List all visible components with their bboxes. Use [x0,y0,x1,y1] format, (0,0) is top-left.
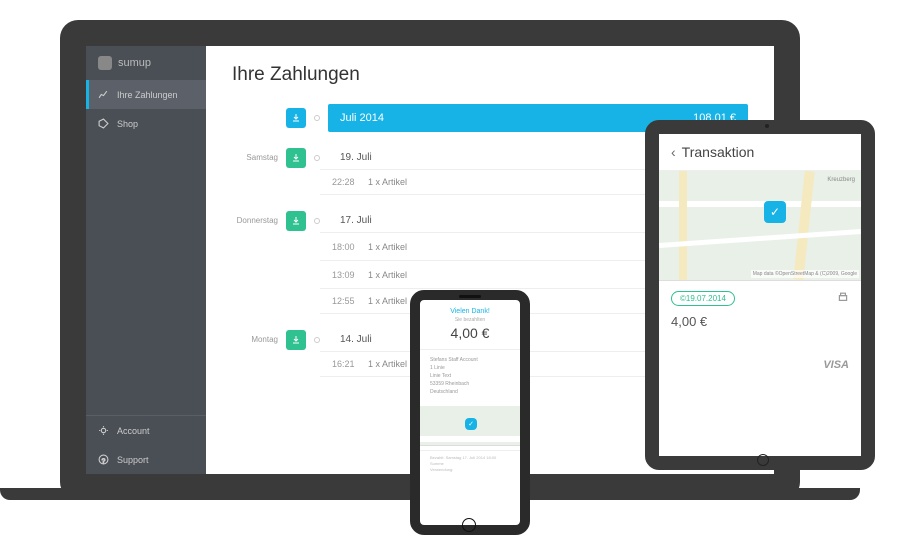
phone-speaker-icon [459,295,481,298]
tablet-screen: ‹ Transaktion Kreuzberg ✓ Map data ©Open… [645,120,875,470]
brand-logo[interactable]: sumup [86,46,206,80]
weekday-label: Montag [228,335,278,344]
map-pin-icon: ✓ [764,201,786,223]
receipt-thanks: Vielen Dank! [420,300,520,317]
download-button[interactable] [286,330,306,350]
tx-time: 13:09 [332,270,368,280]
card-brand: VISA [671,359,849,371]
weekday-label: Samstag [228,153,278,162]
sidebar-label: Shop [117,119,138,129]
tablet-home-button[interactable] [757,454,769,466]
timeline-dot-icon [314,155,320,161]
period-label: Juli 2014 [340,112,384,124]
receipt-amount: 4,00 € [420,323,520,350]
download-button[interactable] [286,148,306,168]
tx-desc: 1 x Artikel [368,270,686,280]
map-pin-icon: ✓ [465,418,477,430]
transaction-amount: 4,00 € [671,314,707,329]
phone-home-button[interactable] [462,518,476,532]
tag-icon [98,118,109,129]
download-button[interactable] [286,211,306,231]
timeline-dot-icon [314,337,320,343]
sidebar-item-account[interactable]: Account [86,416,206,445]
sidebar-item-shop[interactable]: Shop [86,109,206,138]
print-icon[interactable] [837,292,849,306]
sidebar-item-support[interactable]: ? Support [86,445,206,474]
page-title: Ihre Zahlungen [232,64,748,86]
map-view[interactable]: Kreuzberg ✓ Map data ©OpenStreetMap & (C… [659,171,861,281]
sidebar: sumup Ihre Zahlungen Shop [86,46,206,474]
sidebar-label: Support [117,455,149,465]
phone-screen: Vielen Dank! Sie bezahlten 4,00 € Stefan… [410,290,530,535]
download-button[interactable] [286,108,306,128]
gear-icon [98,425,109,436]
day-date: 19. Juli [328,146,372,169]
sidebar-label: Account [117,426,150,436]
timeline-dot-icon [314,115,320,121]
date-pill: ©19.07.2014 [671,291,735,306]
timeline-dot-icon [314,218,320,224]
tablet-title: Transaktion [682,144,755,160]
merchant-details: Stefans Staff Account 1 Linie Linie Text… [420,350,520,402]
logo-mark-icon [98,56,112,70]
help-icon: ? [98,454,109,465]
tx-time: 22:28 [332,177,368,187]
brand-name: sumup [118,57,151,69]
day-date: 17. Juli [328,209,372,232]
back-icon[interactable]: ‹ [671,144,676,160]
tablet-header: ‹ Transaktion [659,134,861,171]
day-date: 14. Juli [328,328,372,351]
weekday-label: Donnerstag [228,216,278,225]
tablet-camera-icon [765,124,769,128]
chart-icon [98,89,109,100]
sidebar-label: Ihre Zahlungen [117,90,178,100]
tx-time: 12:55 [332,296,368,306]
tx-time: 16:21 [332,359,368,369]
map-attribution: Map data ©OpenStreetMap & (C)2009, Googl… [751,270,859,278]
receipt-map[interactable]: ✓ [420,406,520,446]
tx-time: 18:00 [332,242,368,252]
tx-desc: 1 x Artikel [368,242,686,252]
sidebar-item-payments[interactable]: Ihre Zahlungen [86,80,206,109]
district-label: Kreuzberg [827,177,855,183]
svg-text:?: ? [102,458,106,465]
